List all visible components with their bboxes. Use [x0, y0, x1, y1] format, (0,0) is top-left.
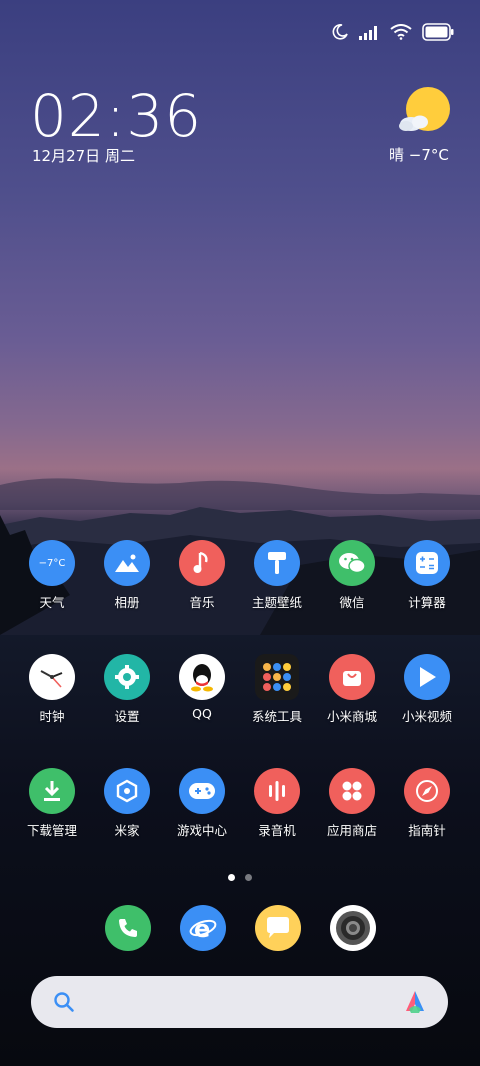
clock-date: 12月27日 周二: [32, 147, 135, 165]
app-label: 微信: [339, 595, 365, 610]
messages-icon: [264, 916, 292, 940]
app-label: 小米视频: [401, 709, 452, 724]
dock-messages[interactable]: [255, 905, 301, 951]
weather-icon: −7°C: [29, 540, 75, 586]
app-label: 小米商城: [326, 709, 377, 724]
phone-icon: [116, 916, 140, 940]
app-label: 音乐: [189, 595, 215, 610]
camera-icon: [333, 908, 373, 948]
app-label: 指南针: [408, 823, 446, 838]
svg-text:e: e: [194, 915, 210, 942]
moon-icon: [332, 24, 348, 40]
gallery-icon: [104, 540, 150, 586]
app-label: 系统工具: [251, 709, 302, 724]
weather-temp-label: −7°C: [38, 557, 66, 569]
app-label: 时钟: [39, 709, 65, 724]
app-label: 天气: [39, 595, 65, 610]
app-themes[interactable]: 主题壁纸: [237, 540, 317, 611]
app-compass[interactable]: 指南针: [387, 768, 467, 839]
search-bar[interactable]: [31, 976, 448, 1028]
clock-icon: [29, 654, 75, 700]
status-bar: [332, 18, 454, 46]
download-icon: [29, 768, 75, 814]
app-label: 计算器: [408, 595, 446, 610]
dock-camera[interactable]: [330, 905, 376, 951]
mi-store-icon: [329, 654, 375, 700]
app-settings[interactable]: 设置: [87, 654, 167, 725]
page-dot[interactable]: [245, 874, 252, 881]
app-label: 应用商店: [326, 823, 377, 838]
app-label: 游戏中心: [176, 823, 227, 838]
app-game[interactable]: 游戏中心: [162, 768, 242, 839]
app-music[interactable]: 音乐: [162, 540, 242, 611]
app-label: 主题壁纸: [251, 595, 302, 610]
app-wechat[interactable]: 微信: [312, 540, 392, 611]
assistant-icon[interactable]: [402, 989, 428, 1015]
app-mi-video[interactable]: 小米视频: [387, 654, 467, 725]
dock-phone[interactable]: [105, 905, 151, 951]
app-gallery[interactable]: 相册: [87, 540, 167, 611]
app-app-store[interactable]: 应用商店: [312, 768, 392, 839]
page-indicator: [228, 874, 252, 881]
music-icon: [179, 540, 225, 586]
app-mi-store[interactable]: 小米商城: [312, 654, 392, 725]
app-store-icon: [329, 768, 375, 814]
app-mijia[interactable]: 米家: [87, 768, 167, 839]
mijia-icon: [104, 768, 150, 814]
calculator-icon: [404, 540, 450, 586]
app-label: 设置: [114, 709, 140, 724]
mi-video-icon: [404, 654, 450, 700]
app-label: 相册: [114, 595, 140, 610]
browser-icon: e: [188, 914, 218, 942]
themes-icon: [254, 540, 300, 586]
app-label: 录音机: [258, 823, 296, 838]
app-download[interactable]: 下载管理: [12, 768, 92, 839]
weather-summary: 晴 −7°C: [389, 146, 449, 164]
page-dot-active[interactable]: [228, 874, 235, 881]
qq-icon: [179, 654, 225, 700]
app-calculator[interactable]: 计算器: [387, 540, 467, 611]
app-label: 米家: [114, 823, 140, 838]
clock-time[interactable]: 02:36: [30, 82, 202, 150]
signal-icon: [359, 26, 377, 40]
sunny-cloud-icon[interactable]: [398, 86, 454, 138]
app-qq[interactable]: QQ: [162, 654, 242, 721]
app-folder[interactable]: 系统工具: [237, 654, 317, 725]
recorder-icon: [254, 768, 300, 814]
app-weather[interactable]: −7°C 天气: [12, 540, 92, 611]
wifi-icon: [390, 24, 412, 40]
dock-browser[interactable]: e: [180, 905, 226, 951]
game-icon: [179, 768, 225, 814]
app-clock[interactable]: 时钟: [12, 654, 92, 725]
app-label: QQ: [192, 706, 212, 721]
compass-icon: [404, 768, 450, 814]
search-icon: [54, 992, 74, 1012]
app-label: 下载管理: [26, 823, 77, 838]
battery-icon: [422, 23, 454, 41]
folder-icon: [255, 654, 299, 700]
app-recorder[interactable]: 录音机: [237, 768, 317, 839]
wechat-icon: [329, 540, 375, 586]
settings-icon: [104, 654, 150, 700]
